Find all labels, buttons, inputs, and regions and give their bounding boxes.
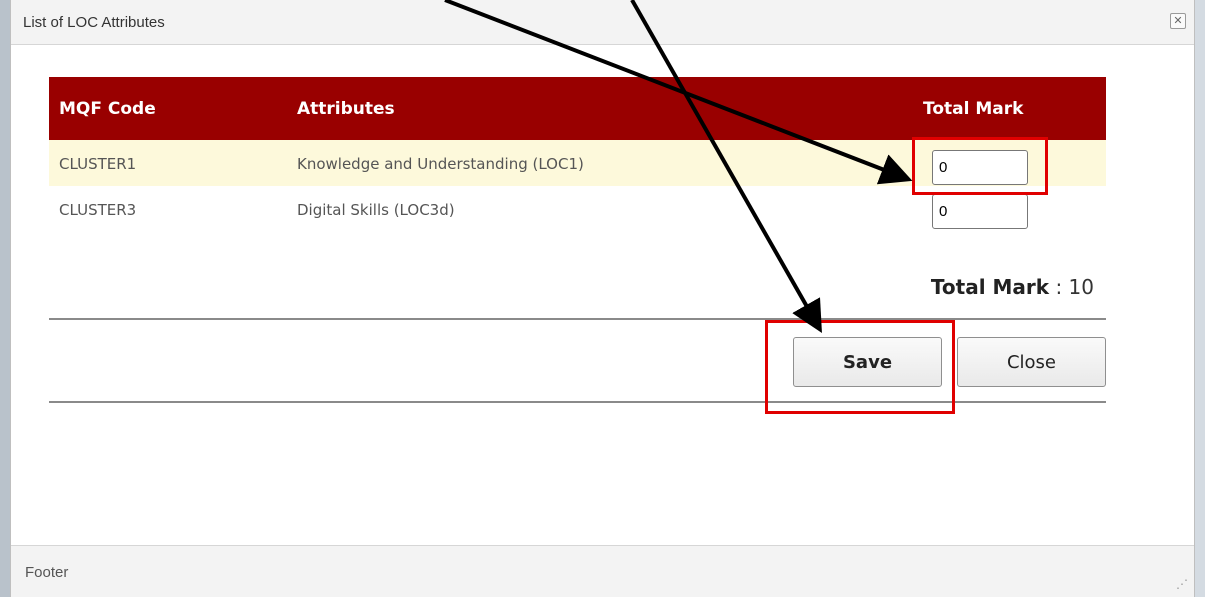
row-mqf-code: CLUSTER3 — [59, 201, 137, 219]
dialog-titlebar: List of LOC Attributes ✕ — [11, 0, 1194, 45]
mark-input[interactable] — [932, 194, 1028, 229]
dialog-footer: Footer ⋰ — [11, 545, 1194, 597]
row-mqf-code: CLUSTER1 — [59, 155, 137, 173]
highlight-mark-input — [912, 137, 1048, 195]
total-mark-value: 10 — [1068, 275, 1094, 299]
total-mark-summary: Total Mark : 10 — [931, 275, 1094, 299]
header-total-mark: Total Mark — [923, 99, 1024, 119]
total-mark-separator: : — [1049, 275, 1069, 299]
header-mqf-code: MQF Code — [59, 99, 156, 119]
highlight-save-button — [765, 320, 955, 414]
resize-grip-icon[interactable]: ⋰ — [1176, 577, 1188, 591]
row-attribute: Digital Skills (LOC3d) — [297, 201, 455, 219]
row-attribute: Knowledge and Understanding (LOC1) — [297, 155, 584, 173]
close-button[interactable]: Close — [957, 337, 1106, 387]
table-header: MQF Code Attributes Total Mark — [49, 77, 1106, 140]
background-app-left — [0, 0, 10, 597]
header-attributes: Attributes — [297, 99, 395, 119]
loc-attributes-dialog: List of LOC Attributes ✕ MQF Code Attrib… — [10, 0, 1195, 597]
dialog-title: List of LOC Attributes — [23, 14, 165, 31]
total-mark-label: Total Mark — [930, 275, 1050, 299]
background-app-right — [1195, 0, 1205, 597]
footer-text: Footer — [25, 564, 69, 581]
close-icon[interactable]: ✕ — [1170, 13, 1186, 29]
